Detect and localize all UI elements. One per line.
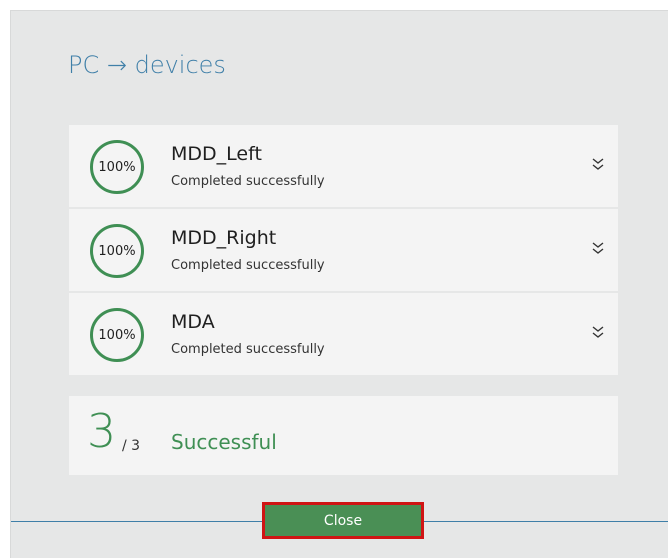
device-row-mda[interactable]: 100% MDA Completed successfully <box>69 293 618 375</box>
device-status: Completed successfully <box>171 174 325 189</box>
progress-ring: 100% <box>90 308 144 362</box>
summary-label: Successful <box>171 430 277 454</box>
close-button[interactable]: Close <box>262 502 424 539</box>
dialog-title: PC → devices <box>68 51 226 79</box>
device-status: Completed successfully <box>171 258 325 273</box>
total-count: / 3 <box>122 438 141 454</box>
double-chevron-down-icon[interactable] <box>590 323 606 341</box>
device-name: MDD_Left <box>171 143 262 165</box>
device-list: 100% MDD_Left Completed successfully 100… <box>69 125 618 377</box>
double-chevron-down-icon[interactable] <box>590 239 606 257</box>
device-row-mdd-left[interactable]: 100% MDD_Left Completed successfully <box>69 125 618 207</box>
progress-ring: 100% <box>90 224 144 278</box>
summary-panel: 3 / 3 Successful <box>69 396 618 475</box>
sync-dialog: PC → devices 100% MDD_Left Completed suc… <box>10 10 668 558</box>
device-name: MDD_Right <box>171 227 277 249</box>
device-status: Completed successfully <box>171 342 325 357</box>
device-row-mdd-right[interactable]: 100% MDD_Right Completed successfully <box>69 209 618 291</box>
close-button-label: Close <box>323 512 363 529</box>
progress-ring: 100% <box>90 140 144 194</box>
device-name: MDA <box>171 311 215 333</box>
double-chevron-down-icon[interactable] <box>590 155 606 173</box>
success-count: 3 <box>87 404 117 458</box>
